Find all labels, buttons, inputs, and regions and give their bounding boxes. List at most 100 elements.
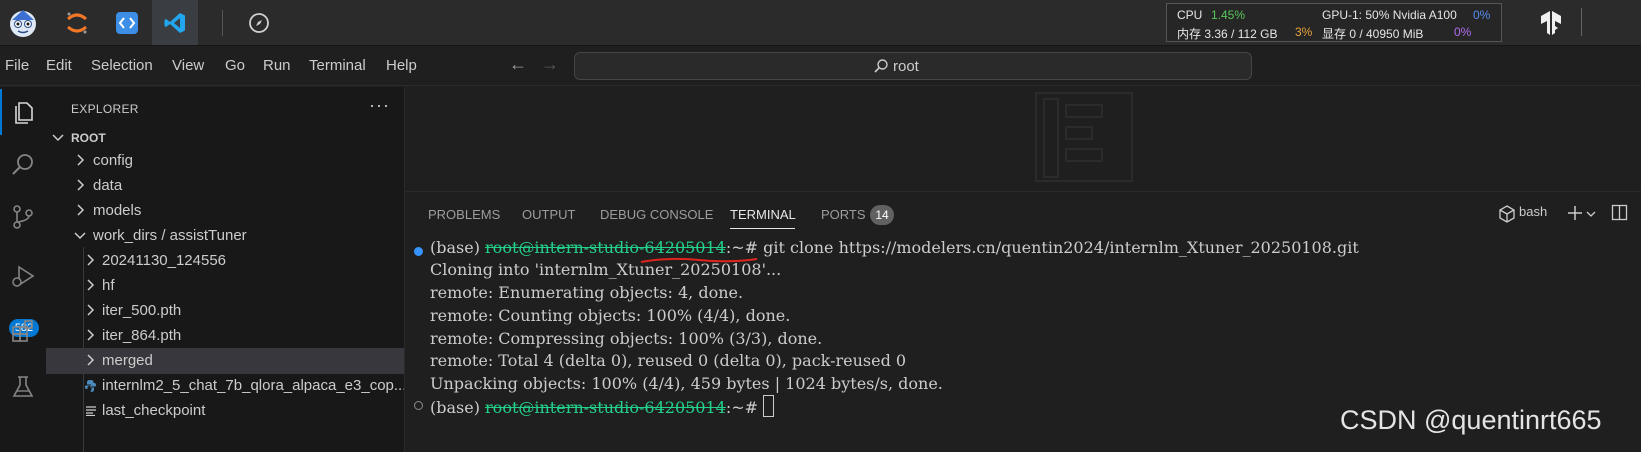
- tree-item-label: merged: [102, 352, 153, 369]
- run-debug-icon[interactable]: [0, 253, 46, 299]
- vscode-icon[interactable]: [152, 0, 198, 45]
- vscode-watermark-icon: [1035, 92, 1133, 182]
- terminal-prompt-line: (base) root@intern-studio-64205014:~#: [430, 395, 775, 417]
- chevron-right-icon: [87, 354, 95, 366]
- chevron-right-icon: [77, 154, 85, 166]
- launcher-separator: [222, 10, 223, 36]
- active-tab-indicator: [730, 228, 795, 229]
- testing-flask-icon[interactable]: [0, 364, 46, 410]
- menu-help[interactable]: Help: [386, 57, 417, 74]
- command-center-text: root: [893, 58, 919, 75]
- gpu-label: GPU-1: 50% Nvidia A100: [1322, 8, 1457, 22]
- terminal-command-line: (base) root@intern-studio-64205014:~# gi…: [430, 238, 1359, 257]
- chevron-down-icon: [74, 232, 86, 240]
- chevron-down-icon: [52, 134, 64, 142]
- terminal-output-line: remote: Total 4 (delta 0), reused 0 (del…: [430, 351, 907, 370]
- tree-item-label: data: [93, 177, 123, 194]
- top-launcher-bar: CPU 1.45% 内存 3.36 / 112 GB 3% GPU-1: 50%…: [0, 0, 1641, 46]
- prompt-prefix: (base): [430, 238, 486, 257]
- tab-ports[interactable]: PORTS: [821, 207, 866, 222]
- search-sidebar-icon[interactable]: [0, 142, 46, 188]
- new-terminal-plus-icon[interactable]: [1566, 204, 1584, 222]
- explorer-more-actions-icon[interactable]: ···: [369, 95, 390, 116]
- tree-item-label: config: [93, 152, 134, 169]
- forward-arrow-icon[interactable]: →: [541, 54, 559, 75]
- chevron-right-icon: [87, 254, 95, 266]
- menu-go[interactable]: Go: [225, 57, 245, 74]
- terminal-output-line: Unpacking objects: 100% (4/4), 459 bytes…: [430, 374, 943, 393]
- tree-folder-iter-500[interactable]: iter_500.pth: [46, 298, 404, 324]
- vram-label: 显存 0 / 40950 MiB: [1322, 27, 1424, 41]
- gpu-percent: 0%: [1473, 8, 1491, 22]
- resource-monitor: CPU 1.45% 内存 3.36 / 112 GB 3% GPU-1: 50%…: [1166, 3, 1502, 42]
- text-file-icon: [86, 406, 96, 416]
- terminal-shell-icon: [1499, 205, 1515, 223]
- python-file-icon: [84, 380, 97, 392]
- activity-bar: 582: [0, 87, 46, 452]
- workspace-root-header[interactable]: ROOT: [46, 127, 404, 149]
- tree-folder-models[interactable]: models: [46, 198, 404, 224]
- tree-folder-iter-864[interactable]: iter_864.pth: [46, 323, 404, 349]
- chevron-right-icon: [77, 204, 85, 216]
- tab-problems[interactable]: PROBLEMS: [428, 207, 500, 222]
- code-editor-icon[interactable]: [104, 0, 150, 45]
- tensorflow-icon[interactable]: [1528, 0, 1574, 45]
- memory-percent: 3%: [1295, 25, 1313, 39]
- tree-file-last-checkpoint[interactable]: last_checkpoint: [46, 398, 404, 424]
- terminal-output-line: remote: Counting objects: 100% (4/4), do…: [430, 306, 791, 325]
- chevron-right-icon: [87, 279, 95, 291]
- jupyter-icon[interactable]: [54, 0, 100, 45]
- tree-item-label: hf: [102, 277, 115, 294]
- explorer-title: EXPLORER: [71, 102, 139, 116]
- memory-label: 内存 3.36 / 112 GB: [1177, 27, 1278, 41]
- terminal-output-line: Cloning into 'internlm_Xtuner_20250108'.…: [430, 260, 782, 279]
- chevron-down-icon[interactable]: [1586, 210, 1596, 218]
- menu-terminal[interactable]: Terminal: [309, 57, 366, 74]
- tree-folder-merged[interactable]: merged: [46, 348, 404, 374]
- tree-item-label: work_dirs / assistTuner: [93, 227, 247, 244]
- menu-selection[interactable]: Selection: [91, 57, 153, 74]
- tree-folder-data[interactable]: data: [46, 173, 404, 199]
- mascot-app-icon[interactable]: [0, 0, 46, 45]
- tab-output[interactable]: OUTPUT: [522, 207, 575, 222]
- menu-view[interactable]: View: [172, 57, 204, 74]
- tab-terminal[interactable]: TERMINAL: [730, 207, 796, 222]
- workspace-root-label: ROOT: [71, 131, 106, 145]
- terminal-output-line: remote: Enumerating objects: 4, done.: [430, 283, 744, 302]
- source-control-icon[interactable]: [0, 194, 46, 240]
- launcher-right-separator: [1581, 8, 1582, 36]
- tree-folder-run[interactable]: 20241130_124556: [46, 248, 404, 274]
- terminal-output-line: remote: Compressing objects: 100% (3/3),…: [430, 329, 823, 348]
- chevron-right-icon: [87, 329, 95, 341]
- compass-icon[interactable]: [236, 0, 282, 45]
- command-success-dot: [414, 247, 423, 256]
- command-center-search[interactable]: root: [574, 52, 1252, 80]
- menu-bar: File Edit Selection View Go Run Terminal…: [0, 46, 1641, 86]
- cpu-label: CPU: [1177, 8, 1203, 22]
- menu-edit[interactable]: Edit: [46, 57, 72, 74]
- terminal-shell-label[interactable]: bash: [1519, 204, 1547, 219]
- vram-percent: 0%: [1454, 25, 1472, 39]
- chevron-right-icon: [87, 304, 95, 316]
- extensions-icon[interactable]: [0, 308, 46, 354]
- git-clone-command: git clone https://modelers.cn/quentin202…: [763, 238, 1359, 257]
- tree-folder-config[interactable]: config: [46, 148, 404, 174]
- menu-file[interactable]: File: [5, 57, 29, 74]
- tree-file-config-py[interactable]: internlm2_5_chat_7b_qlora_alpaca_e3_cop.…: [46, 373, 405, 399]
- csdn-watermark: CSDN @quentinrt665: [1340, 405, 1602, 435]
- menu-run[interactable]: Run: [263, 57, 291, 74]
- tree-item-label: iter_500.pth: [102, 302, 182, 319]
- explorer-files-icon[interactable]: [0, 89, 46, 135]
- tree-item-label: internlm2_5_chat_7b_qlora_alpaca_e3_cop.…: [102, 377, 405, 394]
- split-terminal-icon[interactable]: [1611, 204, 1628, 221]
- back-arrow-icon[interactable]: ←: [509, 54, 527, 75]
- prompt-user-host: root@intern-studio-64205014: [485, 398, 726, 417]
- tab-debug-console[interactable]: DEBUG CONSOLE: [600, 207, 713, 222]
- search-icon: [874, 59, 888, 73]
- tree-folder-work-dirs[interactable]: work_dirs / assistTuner: [46, 223, 404, 249]
- tree-folder-hf[interactable]: hf: [46, 273, 404, 299]
- prompt-prefix: (base): [430, 398, 486, 417]
- editor-area: [406, 87, 1641, 190]
- ports-count-badge: 14: [870, 205, 894, 225]
- explorer-sidebar: EXPLORER ··· ROOT config data models wor…: [46, 87, 405, 452]
